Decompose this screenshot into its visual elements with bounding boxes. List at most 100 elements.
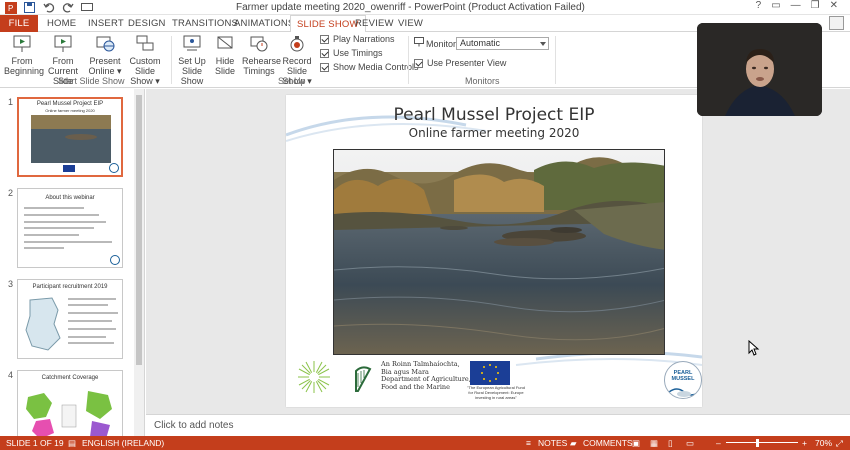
slide-title[interactable]: Pearl Mussel Project EIP: [286, 105, 702, 125]
stopwatch-icon: [250, 36, 268, 52]
harp-logo: [355, 366, 372, 392]
thumbnail-slide-3[interactable]: Participant recruitment 2019: [17, 279, 123, 359]
globe-icon: [96, 36, 115, 52]
thumbnail-slide-4[interactable]: Catchment Coverage: [17, 370, 123, 436]
group-label-monitors: Monitors: [465, 76, 500, 86]
checkbox-box[interactable]: [320, 48, 329, 58]
tab-design[interactable]: DESIGN: [128, 15, 166, 32]
checkbox-box[interactable]: [320, 34, 329, 44]
from-beginning-button[interactable]: From Beginning: [4, 34, 44, 76]
river-photo[interactable]: [333, 149, 665, 355]
scrollbar-thumb[interactable]: [136, 95, 142, 365]
eu-fund-text: "The European Agricultural Fund for Rura…: [467, 385, 525, 400]
use-timings-checkbox[interactable]: Use Timings: [320, 48, 383, 58]
slide-show-view-icon[interactable]: ▭: [686, 436, 694, 450]
group-label-start-slide-show: Start Slide Show: [58, 76, 125, 86]
help-icon[interactable]: ?: [756, 0, 762, 11]
set-up-slide-show-button[interactable]: Set Up Slide Show: [173, 34, 211, 86]
thumbnail-slide-2[interactable]: About this webinar: [17, 188, 123, 268]
slide-subtitle[interactable]: Online farmer meeting 2020: [286, 126, 702, 140]
tab-home[interactable]: HOME: [47, 15, 76, 32]
eu-flag-logo: [470, 361, 510, 385]
group-label-set-up: Set Up: [278, 76, 306, 86]
play-narrations-checkbox[interactable]: Play Narrations: [320, 34, 395, 44]
powerpoint-logo-icon: P: [4, 1, 17, 14]
tab-insert[interactable]: INSERT: [88, 15, 124, 32]
monitor-dropdown[interactable]: Automatic: [456, 37, 549, 50]
rehearse-timings-button[interactable]: Rehearse Timings: [242, 34, 281, 76]
powerpoint-window: P Farmer update meeting 2020_owenriff - …: [0, 0, 850, 450]
checkbox-box[interactable]: [414, 58, 423, 68]
thumbnail-number: 1: [8, 97, 14, 107]
tab-view[interactable]: VIEW: [398, 15, 423, 32]
title-bar: P Farmer update meeting 2020_owenriff - …: [0, 0, 850, 15]
zoom-out-icon[interactable]: –: [716, 436, 721, 450]
notes-placeholder[interactable]: Click to add notes: [154, 420, 234, 431]
eu-stars-icon: [481, 364, 499, 382]
window-title: Farmer update meeting 2020_owenriff - Po…: [236, 2, 585, 13]
start-from-beginning-qa-icon[interactable]: [80, 1, 93, 14]
thumbnail-badge: [109, 163, 119, 173]
proofing-icon[interactable]: ▤: [68, 436, 76, 450]
undo-icon[interactable]: [42, 1, 55, 14]
presenter-video-icon: [697, 23, 822, 116]
thumbnail-slide-1[interactable]: Pearl Mussel Project EIP Online farmer m…: [17, 97, 123, 177]
notes-icon[interactable]: ≡: [526, 436, 531, 450]
zoom-slider-handle[interactable]: [756, 439, 759, 447]
webcam-overlay: [697, 23, 822, 116]
redo-icon[interactable]: [61, 1, 74, 14]
thumbnail-title: Catchment Coverage: [41, 375, 99, 381]
slide-sorter-icon[interactable]: ▦: [650, 436, 658, 450]
thumbnail-subtitle: Online farmer meeting 2020: [45, 108, 95, 113]
maximize-icon[interactable]: ❐: [811, 0, 820, 11]
use-presenter-view-checkbox[interactable]: Use Presenter View: [414, 58, 506, 68]
fit-slide-icon[interactable]: ⤢: [836, 436, 843, 450]
reading-view-icon[interactable]: ▯: [668, 436, 673, 450]
thumbnail-river-image: [31, 115, 111, 163]
thumbnail-title: Pearl Mussel Project EIP: [36, 101, 104, 107]
notes-pane[interactable]: Click to add notes: [146, 414, 850, 436]
tab-review[interactable]: REVIEW: [355, 15, 394, 32]
show-media-controls-checkbox[interactable]: Show Media Controls: [320, 62, 419, 72]
ribbon-separator: [408, 36, 409, 84]
monitor-label: Monitor: [426, 39, 457, 49]
normal-view-icon[interactable]: ▣: [632, 436, 640, 450]
slide-editing-area: Pearl Mussel Project EIP Online farmer m…: [146, 89, 850, 414]
current-slide[interactable]: Pearl Mussel Project EIP Online farmer m…: [286, 95, 702, 407]
ribbon-separator: [171, 36, 172, 84]
zoom-level[interactable]: 70%: [815, 436, 832, 450]
tab-file[interactable]: FILE: [0, 15, 38, 32]
zoom-in-icon[interactable]: +: [802, 436, 807, 450]
thumbnail-eu-flag: [63, 165, 75, 172]
thumbnail-number: 2: [8, 188, 14, 198]
tab-animations[interactable]: ANIMATIONS: [234, 15, 294, 32]
hide-slide-icon: [217, 36, 233, 49]
eip-sunburst-logo: [298, 361, 330, 393]
notes-button[interactable]: NOTES: [538, 436, 567, 450]
slide-thumbnail-pane: 1 Pearl Mussel Project EIP Online farmer…: [0, 89, 145, 436]
quick-access-toolbar: P: [4, 1, 93, 14]
language-text[interactable]: ENGLISH (IRELAND): [82, 436, 164, 450]
custom-show-icon: [136, 35, 154, 51]
comments-button[interactable]: COMMENTS: [583, 436, 633, 450]
monitor-icon: [414, 37, 424, 47]
thumbnail-scrollbar[interactable]: [134, 89, 144, 436]
minimize-icon[interactable]: —: [791, 0, 801, 11]
slideshow-current-icon: [54, 35, 72, 52]
custom-slide-show-button[interactable]: Custom Slide Show ▾: [121, 34, 169, 86]
zoom-slider[interactable]: [726, 442, 798, 443]
ribbon-display-icon[interactable]: ▭: [771, 0, 780, 11]
river-photo-illustration: [334, 150, 664, 354]
tab-transitions[interactable]: TRANSITIONS: [172, 15, 238, 32]
pearl-mussel-badge: PEARL MUSSEL: [664, 361, 702, 399]
present-online-button[interactable]: Present Online ▾: [88, 34, 122, 76]
close-icon[interactable]: ✕: [830, 0, 838, 11]
save-icon[interactable]: [23, 1, 36, 14]
thumbnail-map: [25, 297, 118, 351]
thumbnail-badge: [110, 255, 120, 265]
comments-icon[interactable]: ▰: [570, 436, 577, 450]
hide-slide-button[interactable]: Hide Slide: [212, 34, 238, 76]
account-avatar[interactable]: [829, 16, 844, 30]
checkbox-box[interactable]: [320, 62, 329, 72]
sponsor-logos: An Roinn Talmhaíochta, Bia agus Mara Dep…: [294, 357, 702, 403]
